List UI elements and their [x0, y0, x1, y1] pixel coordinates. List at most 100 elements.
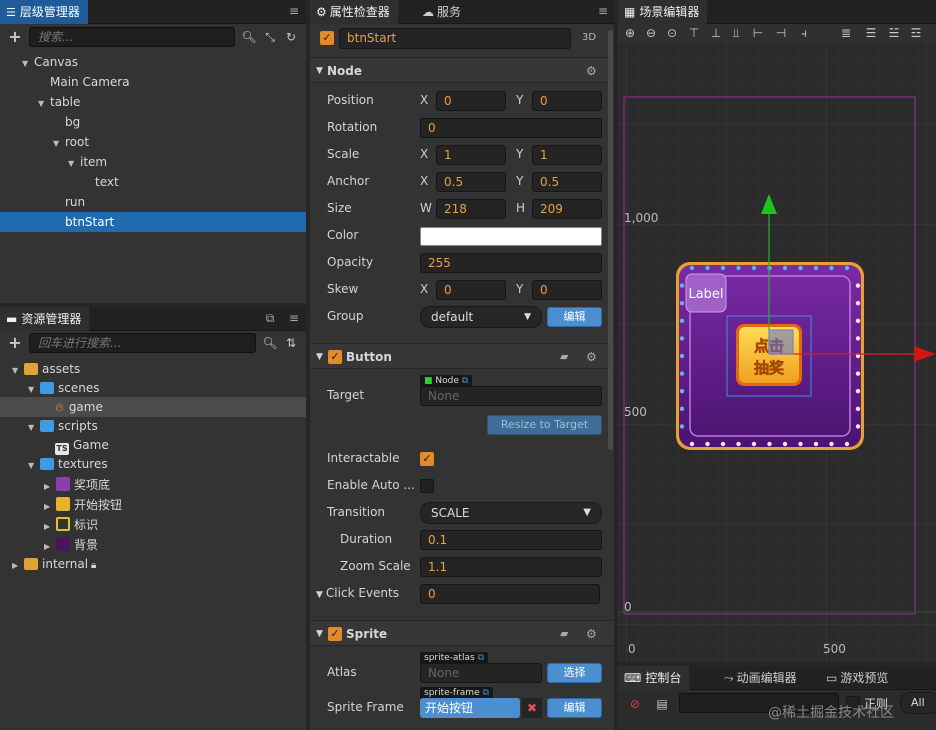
sprite-frame-field[interactable]: 开始按钮: [420, 698, 520, 718]
tree-node-bg[interactable]: bg: [0, 112, 306, 132]
tree-node-root[interactable]: ▼ root: [0, 132, 306, 152]
collapse-arrow-icon[interactable]: ▼: [316, 621, 323, 647]
scene-viewport[interactable]: Label 点击 抽奖: [618, 42, 936, 662]
asset-game-scene[interactable]: 🔥︎ game: [0, 397, 306, 417]
expand-arrow-icon[interactable]: ▼: [316, 590, 323, 600]
tree-node-canvas[interactable]: ▼ Canvas: [0, 52, 306, 72]
sprite-frame-edit-button[interactable]: 编辑: [547, 698, 602, 718]
atlas-field[interactable]: None: [420, 663, 542, 683]
anchor-x-field[interactable]: 0.5: [436, 172, 506, 192]
group-select[interactable]: default ▼: [420, 306, 542, 328]
tree-node-btnstart[interactable]: btnStart: [0, 212, 306, 232]
restore-icon[interactable]: ⧉: [263, 311, 277, 325]
tab-scene-editor[interactable]: ▦ 场景编辑器: [618, 0, 708, 24]
group-edit-button[interactable]: 编辑: [547, 307, 602, 327]
tab-inspector[interactable]: ⚙ 属性检查器: [310, 0, 398, 24]
scale-y-field[interactable]: 1: [532, 145, 602, 165]
tab-assets[interactable]: ▬ 资源管理器: [0, 307, 90, 331]
align-center-icon[interactable]: ⊣: [773, 25, 789, 41]
sort-icon[interactable]: ⇅: [283, 335, 299, 351]
align-right-icon[interactable]: ⫞: [796, 25, 812, 41]
tab-animation-editor[interactable]: ⤳ 动画编辑器: [716, 666, 805, 690]
settings-icon[interactable]: ⚙: [586, 344, 597, 370]
interactable-checkbox[interactable]: ✓: [420, 452, 434, 466]
add-icon[interactable]: +: [7, 335, 23, 351]
tab-console[interactable]: ⌨ 控制台: [618, 666, 690, 690]
asset-scripts[interactable]: ▼ scripts: [0, 416, 306, 436]
align-top-icon[interactable]: ⊤: [686, 25, 702, 41]
hierarchy-search-input[interactable]: 搜索...: [29, 27, 235, 47]
sprite-section-header[interactable]: ▼ ✓ Sprite ▰ ⚙: [310, 620, 614, 646]
book-icon[interactable]: ▰: [560, 344, 568, 370]
asset-internal[interactable]: ▶ internal 🔒︎: [0, 554, 306, 574]
tree-node-main-camera[interactable]: Main Camera: [0, 72, 306, 92]
position-y-field[interactable]: 0: [532, 91, 602, 111]
assets-search-input[interactable]: 回车进行搜索...: [29, 333, 256, 353]
size-w-field[interactable]: 218: [436, 199, 506, 219]
menu-icon[interactable]: ≡: [596, 4, 610, 18]
atlas-select-button[interactable]: 选择: [547, 663, 602, 683]
tree-node-run[interactable]: run: [0, 192, 306, 212]
size-h-field[interactable]: 209: [532, 199, 602, 219]
book-icon[interactable]: ▰: [560, 621, 568, 647]
zoom-reset-icon[interactable]: ⊙: [664, 25, 680, 41]
log-level-select[interactable]: All: [900, 692, 936, 714]
zoom-scale-field[interactable]: 1.1: [420, 557, 602, 577]
expand-arrow-icon[interactable]: ▶: [44, 517, 56, 537]
menu-icon[interactable]: ≡: [287, 4, 301, 18]
node-section-header[interactable]: ▼ Node ⚙: [310, 57, 614, 83]
expand-arrow-icon[interactable]: ▼: [28, 456, 40, 476]
search-icon[interactable]: 🔍︎: [262, 335, 278, 351]
tree-node-text[interactable]: text: [0, 172, 306, 192]
clear-console-icon[interactable]: ⊘: [627, 696, 643, 712]
open-log-icon[interactable]: ▤: [654, 696, 670, 712]
distribute-v-icon[interactable]: ≣: [838, 25, 854, 41]
add-icon[interactable]: +: [7, 29, 23, 45]
distribute-center-icon[interactable]: ☱: [886, 25, 902, 41]
mode-3d-button[interactable]: 3D: [582, 32, 596, 43]
collapse-arrow-icon[interactable]: ▼: [316, 58, 323, 84]
opacity-field[interactable]: 255: [420, 253, 602, 273]
click-events-count-field[interactable]: 0: [420, 584, 600, 604]
expand-arrow-icon[interactable]: ▼: [68, 154, 80, 174]
expand-arrow-icon[interactable]: ▼: [38, 94, 50, 114]
collapse-arrow-icon[interactable]: ▼: [316, 344, 323, 370]
click-events-label[interactable]: ▼ Click Events: [316, 586, 399, 600]
align-left-icon[interactable]: ⊢: [750, 25, 766, 41]
expand-arrow-icon[interactable]: ▼: [53, 134, 65, 154]
color-swatch[interactable]: [420, 227, 602, 246]
position-x-field[interactable]: 0: [436, 91, 506, 111]
button-section-header[interactable]: ▼ ✓ Button ▰ ⚙: [310, 343, 614, 369]
asset-scenes[interactable]: ▼ scenes: [0, 378, 306, 398]
expand-arrow-icon[interactable]: ▶: [12, 556, 24, 576]
duration-field[interactable]: 0.1: [420, 530, 602, 550]
tab-services[interactable]: ☁ 服务: [414, 0, 469, 24]
collapse-icon[interactable]: ⤡: [262, 29, 278, 45]
resize-to-target-button[interactable]: Resize to Target: [487, 415, 602, 435]
enable-auto-checkbox[interactable]: [420, 479, 434, 493]
clear-icon[interactable]: ✖: [522, 698, 542, 718]
asset-background[interactable]: ▶ 背景: [0, 535, 306, 555]
node-name-field[interactable]: btnStart: [339, 28, 571, 49]
align-bottom-icon[interactable]: ⫫: [728, 25, 744, 41]
expand-arrow-icon[interactable]: ▶: [44, 477, 56, 497]
button-enabled-checkbox[interactable]: ✓: [328, 350, 342, 364]
transition-select[interactable]: SCALE ▼: [420, 502, 602, 524]
skew-x-field[interactable]: 0: [436, 280, 506, 300]
tree-node-table[interactable]: ▼ table: [0, 92, 306, 112]
asset-prize-base[interactable]: ▶ 奖项底: [0, 475, 306, 495]
node-active-checkbox[interactable]: ✓: [320, 31, 334, 45]
asset-game-script[interactable]: TS Game: [0, 435, 306, 455]
settings-icon[interactable]: ⚙: [586, 621, 597, 647]
scrollbar[interactable]: [608, 30, 613, 450]
menu-icon[interactable]: ≡: [287, 311, 301, 325]
distribute-h-icon[interactable]: ☰: [863, 25, 879, 41]
expand-arrow-icon[interactable]: ▼: [22, 54, 34, 74]
zoom-in-icon[interactable]: ⊕: [622, 25, 638, 41]
anchor-y-field[interactable]: 0.5: [532, 172, 602, 192]
distribute-left-icon[interactable]: ☲: [908, 25, 924, 41]
target-field[interactable]: None: [420, 386, 602, 406]
rotation-field[interactable]: 0: [420, 118, 602, 138]
scale-x-field[interactable]: 1: [436, 145, 506, 165]
refresh-icon[interactable]: ↻: [283, 29, 299, 45]
